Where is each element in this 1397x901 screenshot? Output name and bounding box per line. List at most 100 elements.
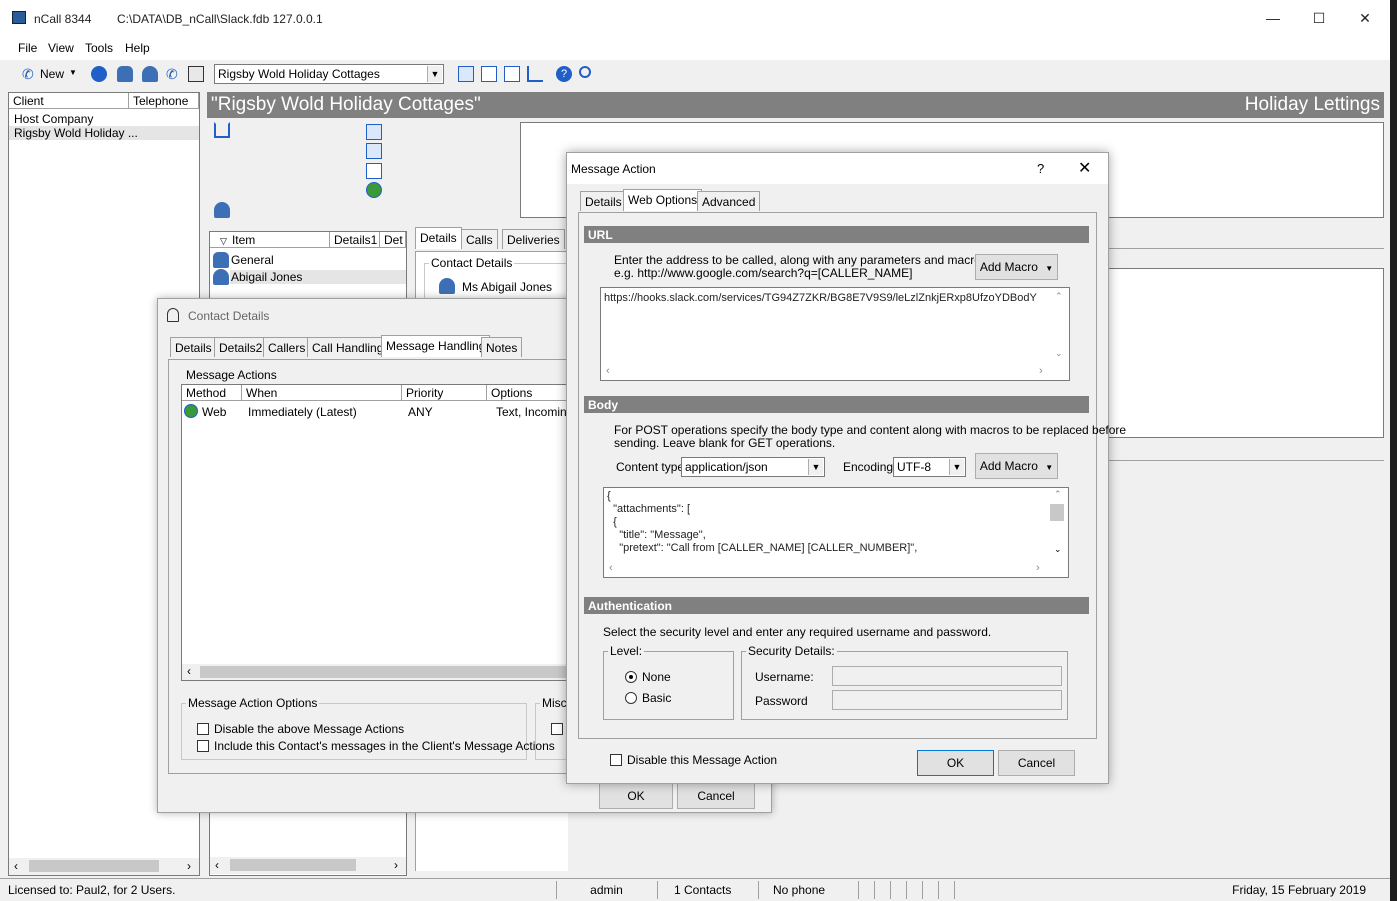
telephone-col-header[interactable]: Telephone (129, 93, 199, 109)
menu-file[interactable]: File (18, 41, 37, 55)
add-macro-button-body[interactable]: Add Macro ▼ (975, 453, 1058, 479)
scroll-up-icon[interactable]: ⌃ (1055, 291, 1063, 302)
det-col-header[interactable]: Det (380, 232, 406, 248)
tab-message-handling[interactable]: Message Handling (381, 335, 491, 357)
close-button[interactable]: ✕ (1342, 0, 1388, 36)
tab-advanced[interactable]: Advanced (697, 191, 761, 211)
method-col-header[interactable]: Method (182, 385, 242, 401)
message-icon[interactable] (458, 66, 474, 82)
tab-notes[interactable]: Notes (481, 337, 523, 357)
tab-deliveries[interactable]: Deliveries (502, 229, 565, 249)
details1-col-header[interactable]: Details1 (330, 232, 380, 248)
cancel-button[interactable]: Cancel (998, 750, 1075, 776)
tab-details[interactable]: Details (415, 227, 462, 249)
toolbar: ✆ New ▼ ✆ Rigsby Wold Holiday Cottages ▼… (0, 60, 1390, 88)
minimize-button[interactable]: — (1250, 0, 1296, 36)
menu-view[interactable]: View (48, 41, 74, 55)
list-item[interactable]: Host Company (14, 112, 93, 126)
scroll-thumb[interactable] (230, 859, 356, 871)
scroll-thumb[interactable] (1050, 504, 1064, 521)
report-icon[interactable] (527, 66, 543, 82)
status-user: admin (556, 881, 656, 899)
priority-col-header[interactable]: Priority (402, 385, 487, 401)
disable-actions-checkbox[interactable] (197, 723, 209, 735)
scroll-left-icon[interactable]: ‹ (215, 858, 219, 872)
client-select[interactable]: Rigsby Wold Holiday Cottages ▼ (214, 64, 444, 84)
add-macro-button[interactable]: Add Macro ▼ (975, 254, 1058, 280)
help-button[interactable]: ? (1037, 161, 1044, 176)
table-row[interactable]: Web Immediately (Latest) ANY Text, Incom… (182, 403, 577, 419)
include-messages-checkbox[interactable] (197, 740, 209, 752)
user-icon[interactable] (142, 66, 158, 82)
ok-button[interactable]: OK (599, 783, 673, 809)
list-item[interactable]: Rigsby Wold Holiday ... (9, 126, 199, 140)
new-dropdown-icon[interactable]: ▼ (69, 68, 77, 77)
level-basic-radio[interactable] (625, 692, 637, 704)
clipboard-icon[interactable] (188, 66, 204, 82)
item-col-header[interactable]: ▽ Item (210, 232, 330, 248)
tab-details2[interactable]: Details2 (214, 337, 268, 357)
new-button[interactable]: New (40, 67, 64, 81)
tab-web-options[interactable]: Web Options (623, 189, 703, 211)
message-actions-list[interactable]: Method When Priority Options Web Immedia… (181, 384, 577, 681)
home-icon[interactable] (214, 122, 230, 138)
client-col-header[interactable]: Client (9, 93, 129, 109)
ok-button[interactable]: OK (917, 750, 994, 776)
search-icon[interactable] (579, 66, 591, 78)
list-item[interactable]: General (231, 253, 274, 267)
scroll-left-icon[interactable]: ‹ (609, 562, 613, 574)
misc-checkbox[interactable] (551, 723, 563, 735)
scroll-up-icon[interactable]: ⌃ (1054, 489, 1062, 500)
fax-icon[interactable] (366, 124, 382, 140)
when-col-header[interactable]: When (242, 385, 402, 401)
scroll-left-icon[interactable]: ‹ (187, 664, 191, 678)
menu-tools[interactable]: Tools (85, 41, 113, 55)
call-icon[interactable]: ✆ (166, 66, 182, 82)
tab-calls[interactable]: Calls (461, 229, 498, 249)
scroll-thumb[interactable] (29, 860, 159, 872)
balloon-icon[interactable] (91, 66, 107, 82)
web-globe-icon[interactable] (366, 182, 382, 198)
scroll-left-icon[interactable]: ‹ (14, 859, 18, 873)
scroll-right-icon[interactable]: › (1039, 365, 1043, 377)
scroll-left-icon[interactable]: ‹ (606, 365, 610, 377)
body-help-text: For POST operations specify the body typ… (614, 423, 1127, 437)
status-cell (906, 881, 922, 899)
scroll-right-icon[interactable]: › (394, 858, 398, 872)
scroll-thumb[interactable] (200, 666, 577, 678)
horizontal-scrollbar[interactable]: ‹ › (9, 858, 199, 875)
maximize-button[interactable]: ☐ (1296, 0, 1342, 36)
tab-details[interactable]: Details (170, 337, 217, 357)
tab-call-handling[interactable]: Call Handling (307, 337, 389, 357)
password-field[interactable] (832, 690, 1062, 710)
url-input[interactable]: https://hooks.slack.com/services/TG94Z7Z… (600, 287, 1070, 381)
printer-icon[interactable] (366, 143, 382, 159)
content-type-select[interactable]: application/json ▼ (681, 457, 825, 477)
list-item[interactable]: Abigail Jones (230, 270, 406, 284)
close-icon[interactable]: ✕ (1078, 158, 1091, 178)
contacts-icon[interactable] (117, 66, 133, 82)
help-icon[interactable]: ? (556, 66, 572, 82)
list-icon[interactable] (481, 66, 497, 82)
horizontal-scrollbar[interactable]: ‹ (182, 664, 577, 680)
chevron-down-icon[interactable]: ▼ (949, 459, 964, 475)
cancel-button[interactable]: Cancel (677, 783, 755, 809)
tab-callers[interactable]: Callers (263, 337, 311, 357)
scroll-down-icon[interactable]: ⌄ (1055, 348, 1063, 359)
scroll-down-icon[interactable]: ⌄ (1054, 544, 1062, 555)
scroll-right-icon[interactable]: › (1036, 562, 1040, 574)
horizontal-scrollbar[interactable]: ‹ › (210, 857, 406, 874)
chevron-down-icon[interactable]: ▼ (427, 66, 442, 82)
tab-details[interactable]: Details (580, 191, 627, 211)
options-col-header[interactable]: Options (487, 385, 577, 401)
scroll-right-icon[interactable]: › (187, 859, 191, 873)
encoding-select[interactable]: UTF-8 ▼ (893, 457, 966, 477)
level-none-radio[interactable] (625, 671, 637, 683)
notes-icon[interactable] (504, 66, 520, 82)
menu-help[interactable]: Help (125, 41, 150, 55)
chevron-down-icon[interactable]: ▼ (808, 459, 823, 475)
email-icon[interactable] (366, 163, 382, 179)
body-input[interactable]: { "attachments": [ { "title": "Message",… (603, 487, 1069, 578)
disable-action-checkbox[interactable] (610, 754, 622, 766)
username-field[interactable] (832, 666, 1062, 686)
